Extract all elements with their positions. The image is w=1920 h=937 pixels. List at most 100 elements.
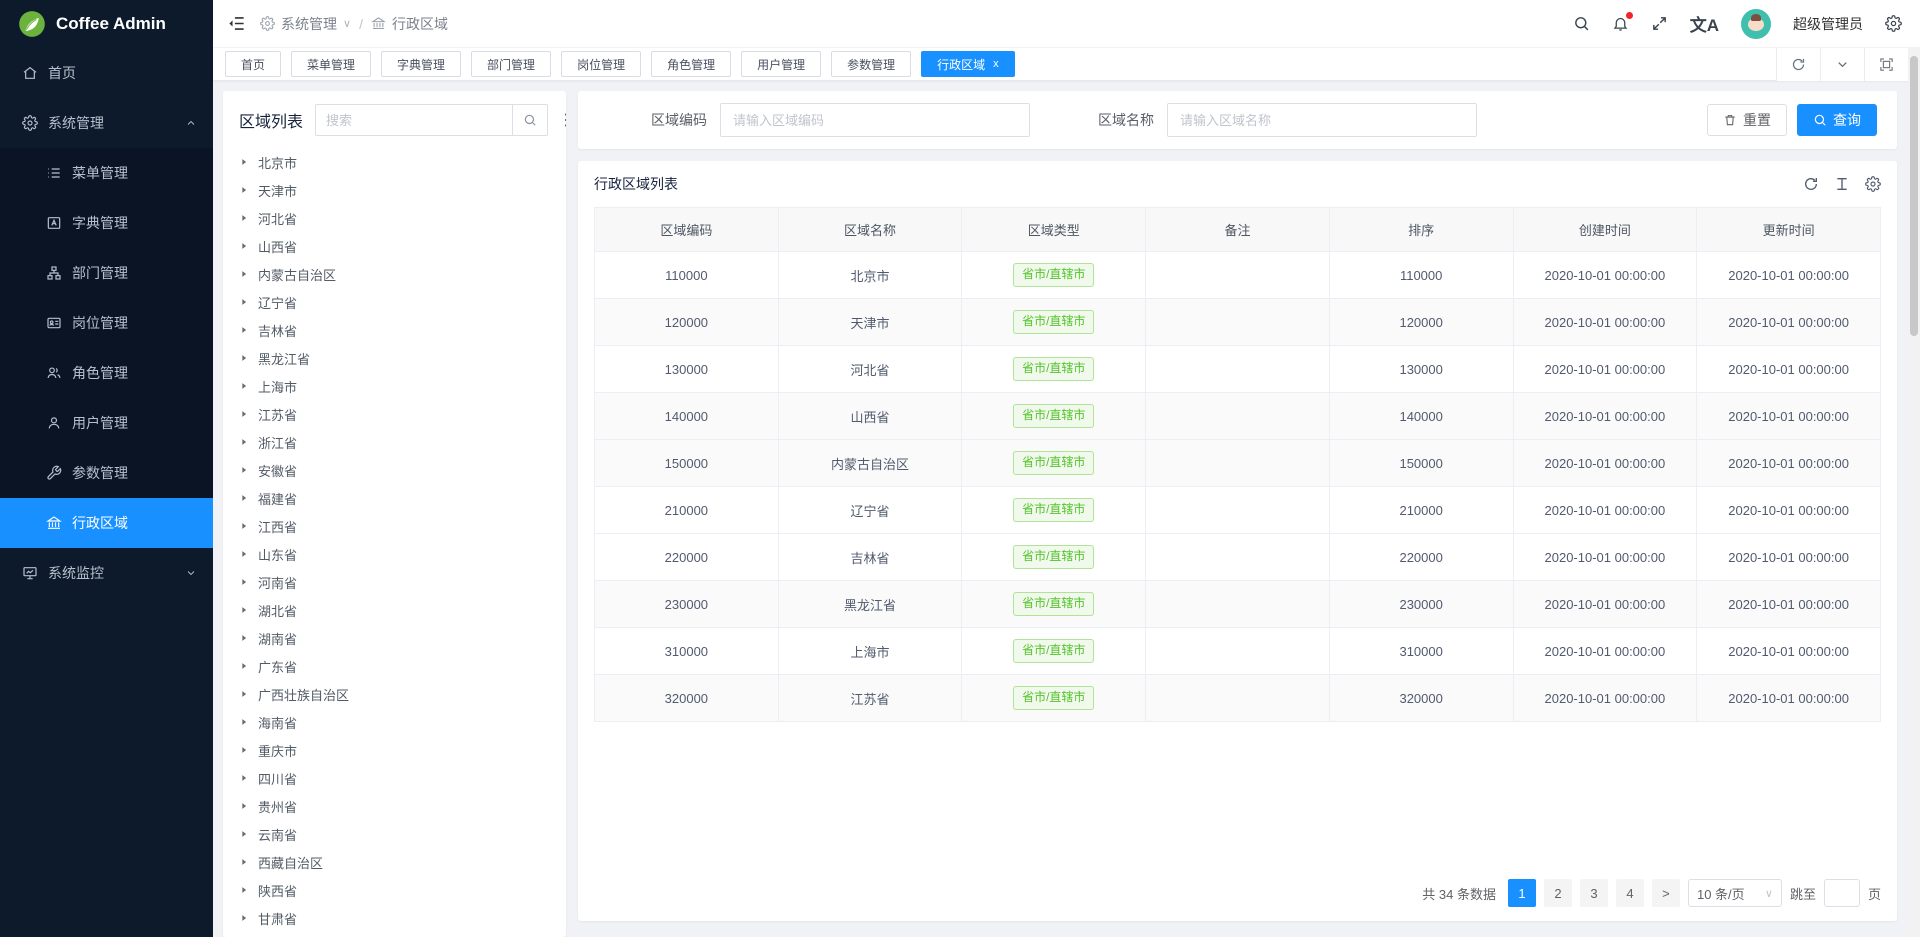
tree-item-上海市[interactable]: 上海市 bbox=[223, 372, 566, 400]
tree-item-吉林省[interactable]: 吉林省 bbox=[223, 316, 566, 344]
caret-right-icon[interactable] bbox=[239, 801, 249, 811]
sidebar-item-首页[interactable]: 首页 bbox=[0, 48, 213, 98]
tree-item-云南省[interactable]: 云南省 bbox=[223, 820, 566, 848]
sidebar-item-参数管理[interactable]: 参数管理 bbox=[0, 448, 213, 498]
more-options-icon[interactable]: ⋮ bbox=[558, 110, 566, 130]
tree-item-山西省[interactable]: 山西省 bbox=[223, 232, 566, 260]
query-button[interactable]: 查询 bbox=[1797, 104, 1877, 136]
tree-item-辽宁省[interactable]: 辽宁省 bbox=[223, 288, 566, 316]
tab-参数管理[interactable]: 参数管理 bbox=[831, 51, 911, 77]
caret-right-icon[interactable] bbox=[239, 493, 249, 503]
caret-right-icon[interactable] bbox=[239, 185, 249, 195]
next-page-button[interactable]: > bbox=[1652, 879, 1680, 907]
tree-search-icon[interactable] bbox=[512, 104, 548, 136]
table-row[interactable]: 230000黑龙江省省市/直辖市2300002020-10-01 00:00:0… bbox=[595, 581, 1881, 628]
caret-right-icon[interactable] bbox=[239, 213, 249, 223]
page-button-3[interactable]: 3 bbox=[1580, 879, 1608, 907]
tree-item-内蒙古自治区[interactable]: 内蒙古自治区 bbox=[223, 260, 566, 288]
table-row[interactable]: 320000江苏省省市/直辖市3200002020-10-01 00:00:00… bbox=[595, 675, 1881, 722]
caret-right-icon[interactable] bbox=[239, 605, 249, 615]
translate-icon[interactable]: 文A bbox=[1690, 11, 1719, 36]
caret-right-icon[interactable] bbox=[239, 157, 249, 167]
user-avatar[interactable] bbox=[1741, 9, 1771, 39]
tab-用户管理[interactable]: 用户管理 bbox=[741, 51, 821, 77]
notification-bell-icon[interactable] bbox=[1612, 15, 1629, 32]
table-row[interactable]: 310000上海市省市/直辖市3100002020-10-01 00:00:00… bbox=[595, 628, 1881, 675]
sidebar-item-行政区域[interactable]: 行政区域 bbox=[0, 498, 213, 548]
sidebar-item-系统管理[interactable]: 系统管理 bbox=[0, 98, 213, 148]
tree-search-input[interactable] bbox=[315, 104, 512, 136]
sidebar-item-岗位管理[interactable]: 岗位管理 bbox=[0, 298, 213, 348]
tree-item-甘肃省[interactable]: 甘肃省 bbox=[223, 904, 566, 932]
chevron-down-icon[interactable] bbox=[1820, 48, 1864, 81]
tree-item-湖北省[interactable]: 湖北省 bbox=[223, 596, 566, 624]
caret-right-icon[interactable] bbox=[239, 773, 249, 783]
tree-item-安徽省[interactable]: 安徽省 bbox=[223, 456, 566, 484]
tree-item-四川省[interactable]: 四川省 bbox=[223, 764, 566, 792]
caret-right-icon[interactable] bbox=[239, 913, 249, 923]
close-icon[interactable]: x bbox=[993, 58, 999, 70]
maximize-icon[interactable] bbox=[1864, 48, 1908, 81]
caret-right-icon[interactable] bbox=[239, 325, 249, 335]
tree-item-北京市[interactable]: 北京市 bbox=[223, 148, 566, 176]
tab-部门管理[interactable]: 部门管理 bbox=[471, 51, 551, 77]
caret-right-icon[interactable] bbox=[239, 241, 249, 251]
reset-button[interactable]: 重置 bbox=[1707, 104, 1787, 136]
refresh-icon[interactable] bbox=[1803, 176, 1819, 192]
caret-right-icon[interactable] bbox=[239, 745, 249, 755]
caret-right-icon[interactable] bbox=[239, 717, 249, 727]
row-height-icon[interactable] bbox=[1834, 176, 1850, 192]
tree-item-陕西省[interactable]: 陕西省 bbox=[223, 876, 566, 904]
tree-item-浙江省[interactable]: 浙江省 bbox=[223, 428, 566, 456]
search-icon[interactable] bbox=[1573, 15, 1590, 32]
caret-right-icon[interactable] bbox=[239, 409, 249, 419]
table-row[interactable]: 150000内蒙古自治区省市/直辖市1500002020-10-01 00:00… bbox=[595, 440, 1881, 487]
caret-right-icon[interactable] bbox=[239, 885, 249, 895]
caret-right-icon[interactable] bbox=[239, 297, 249, 307]
table-row[interactable]: 210000辽宁省省市/直辖市2100002020-10-01 00:00:00… bbox=[595, 487, 1881, 534]
sidebar-item-菜单管理[interactable]: 菜单管理 bbox=[0, 148, 213, 198]
tree-item-重庆市[interactable]: 重庆市 bbox=[223, 736, 566, 764]
caret-right-icon[interactable] bbox=[239, 381, 249, 391]
caret-right-icon[interactable] bbox=[239, 437, 249, 447]
table-row[interactable]: 140000山西省省市/直辖市1400002020-10-01 00:00:00… bbox=[595, 393, 1881, 440]
tree-item-西藏自治区[interactable]: 西藏自治区 bbox=[223, 848, 566, 876]
sidebar-item-系统监控[interactable]: 系统监控 bbox=[0, 548, 213, 598]
sidebar-item-用户管理[interactable]: 用户管理 bbox=[0, 398, 213, 448]
tree-item-江苏省[interactable]: 江苏省 bbox=[223, 400, 566, 428]
caret-right-icon[interactable] bbox=[239, 465, 249, 475]
tree-item-海南省[interactable]: 海南省 bbox=[223, 708, 566, 736]
fullscreen-icon[interactable] bbox=[1651, 15, 1668, 32]
settings-gear-icon[interactable] bbox=[1885, 15, 1902, 32]
tab-角色管理[interactable]: 角色管理 bbox=[651, 51, 731, 77]
table-row[interactable]: 130000河北省省市/直辖市1300002020-10-01 00:00:00… bbox=[595, 346, 1881, 393]
tree-item-湖南省[interactable]: 湖南省 bbox=[223, 624, 566, 652]
refresh-icon[interactable] bbox=[1776, 48, 1820, 81]
page-size-select[interactable]: 10 条/页 ∨ bbox=[1688, 879, 1782, 907]
breadcrumb-item-system[interactable]: 系统管理 ∨ bbox=[260, 14, 351, 34]
caret-right-icon[interactable] bbox=[239, 549, 249, 559]
table-row[interactable]: 120000天津市省市/直辖市1200002020-10-01 00:00:00… bbox=[595, 299, 1881, 346]
tab-岗位管理[interactable]: 岗位管理 bbox=[561, 51, 641, 77]
caret-right-icon[interactable] bbox=[239, 689, 249, 699]
sidebar-collapse-icon[interactable] bbox=[227, 14, 246, 33]
caret-right-icon[interactable] bbox=[239, 857, 249, 867]
user-name[interactable]: 超级管理员 bbox=[1793, 14, 1863, 34]
breadcrumb-item-region[interactable]: 行政区域 bbox=[371, 14, 448, 34]
page-button-2[interactable]: 2 bbox=[1544, 879, 1572, 907]
caret-right-icon[interactable] bbox=[239, 269, 249, 279]
scrollbar-thumb[interactable] bbox=[1910, 56, 1918, 336]
caret-right-icon[interactable] bbox=[239, 633, 249, 643]
tab-行政区域[interactable]: 行政区域x bbox=[921, 51, 1015, 77]
jump-page-input[interactable] bbox=[1824, 879, 1860, 907]
sidebar-item-角色管理[interactable]: 角色管理 bbox=[0, 348, 213, 398]
tree-item-青海省[interactable]: 青海省 bbox=[223, 932, 566, 937]
table-row[interactable]: 110000北京市省市/直辖市1100002020-10-01 00:00:00… bbox=[595, 252, 1881, 299]
sidebar-item-部门管理[interactable]: 部门管理 bbox=[0, 248, 213, 298]
tree-item-天津市[interactable]: 天津市 bbox=[223, 176, 566, 204]
tree-item-贵州省[interactable]: 贵州省 bbox=[223, 792, 566, 820]
tree-item-福建省[interactable]: 福建省 bbox=[223, 484, 566, 512]
region-name-input[interactable] bbox=[1167, 103, 1477, 137]
tab-菜单管理[interactable]: 菜单管理 bbox=[291, 51, 371, 77]
tree-item-山东省[interactable]: 山东省 bbox=[223, 540, 566, 568]
